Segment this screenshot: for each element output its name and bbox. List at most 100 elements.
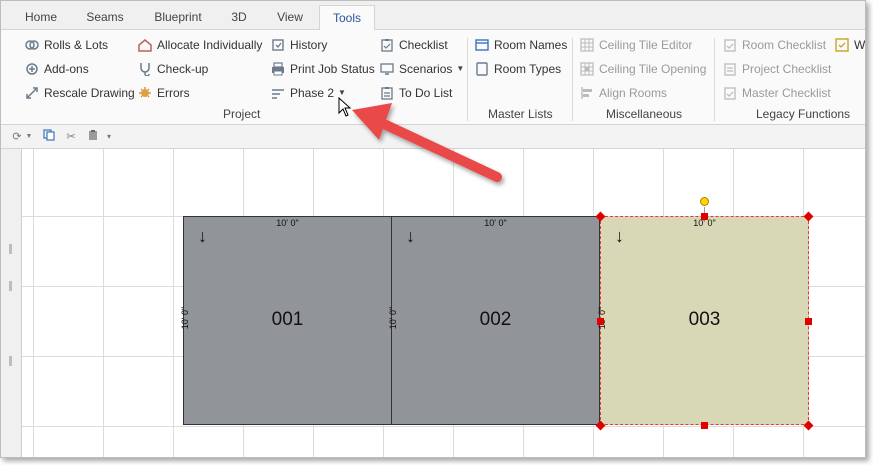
master-checklist-button[interactable]: Master Checklist [723,83,831,103]
stethoscope-icon [138,62,152,76]
paste-icon[interactable] [85,129,101,145]
vertical-ruler[interactable] [1,149,22,457]
history-button[interactable]: History [271,35,327,55]
rolls-lots-button[interactable]: Rolls & Lots [25,35,108,55]
checklist-button[interactable]: Checklist [380,35,448,55]
group-divider [572,38,573,121]
ceiling-tile-opening-label: Ceiling Tile Opening [599,62,707,76]
resize-handle-left[interactable] [597,318,604,325]
rescale-drawing-button[interactable]: Rescale Drawing [25,83,135,103]
add-ons-icon [25,62,39,76]
errors-button[interactable]: Errors [138,83,190,103]
room-003[interactable]: 10' 0" 10' 0" ↓ 003 [597,216,809,425]
tab-tools[interactable]: Tools [319,5,375,31]
checklist-label: Checklist [399,38,448,52]
rescale-icon [25,86,39,100]
tab-seams[interactable]: Seams [75,5,135,30]
room-checklist-label: Room Checklist [742,38,827,52]
project-group-label: Project [223,107,261,121]
print-job-status-label: Print Job Status [290,62,375,76]
copy-icon[interactable] [41,129,57,145]
grid-icon [580,38,594,52]
drawing-canvas[interactable]: 10' 0" 10' 0" ↓ 001 10' 0" 10' 0" ↓ 002 … [1,149,865,457]
check-up-label: Check-up [157,62,209,76]
ruler-mark [9,244,12,254]
room-checklist-button[interactable]: Room Checklist [723,35,826,55]
align-rooms-label: Align Rooms [599,86,668,100]
customize-toolbar-icon[interactable]: ▾ [104,129,114,145]
rotation-handle[interactable] [700,197,709,206]
clipboard-icon [380,38,394,52]
legacy-overflow-button[interactable]: W [835,35,865,55]
legacy-group-label: Legacy Functions [756,107,851,121]
history-label: History [290,38,328,52]
resize-handle-top[interactable] [701,213,708,220]
add-ons-button[interactable]: Add-ons [25,59,89,79]
room-names-label: Room Names [494,38,568,52]
room-types-label: Room Types [494,62,562,76]
ruler-mark [9,356,12,366]
room-001[interactable]: 10' 0" 10' 0" ↓ 001 [180,216,392,425]
monitor-icon [380,62,394,76]
room-types-icon [475,62,489,76]
bug-icon [138,86,152,100]
room-width-label: 10' 0" [484,218,507,228]
group-divider [714,38,715,121]
quick-access-toolbar: ⟳ ▼ ✂ ▾ [1,125,865,149]
scenarios-dropdown[interactable]: Scenarios ▼ [380,59,464,79]
app-window: Home Seams Blueprint 3D View Tools Rolls… [0,0,866,458]
room-number: 002 [479,309,512,330]
mouse-pointer-icon [338,97,352,117]
redo-icon[interactable]: ⟳ [9,129,25,145]
todo-clipboard-icon [380,86,394,100]
resize-handle-bottom-right[interactable] [803,420,814,431]
project-checklist-icon [723,62,737,76]
ceiling-tile-opening-button[interactable]: Ceiling Tile Opening [580,59,706,79]
allocate-individually-button[interactable]: Allocate Individually [138,35,262,55]
room-names-icon [475,38,489,52]
direction-arrow-icon: ↓ [406,226,415,246]
chevron-down-icon[interactable]: ▼ [24,129,34,145]
room-names-button[interactable]: Room Names [475,35,567,55]
allocate-icon [138,38,152,52]
check-up-button[interactable]: Check-up [138,59,208,79]
direction-arrow-icon: ↓ [615,226,624,246]
cut-icon[interactable]: ✂ [63,129,79,145]
miscellaneous-group-label: Miscellaneous [606,107,683,121]
resize-handle-right[interactable] [805,318,812,325]
master-checklist-label: Master Checklist [742,86,831,100]
rescale-drawing-label: Rescale Drawing [44,86,135,100]
tab-3d[interactable]: 3D [221,5,257,30]
phase-icon [271,86,285,100]
room-types-button[interactable]: Room Types [475,59,561,79]
phase-2-dropdown[interactable]: Phase 2 ▼ [271,83,346,103]
overflow-icon [835,38,849,52]
rolls-lots-label: Rolls & Lots [44,38,109,52]
tab-home[interactable]: Home [11,5,71,30]
rolls-icon [25,38,39,52]
room-002[interactable]: 10' 0" 10' 0" ↓ 002 [388,216,600,425]
ribbon-tab-bar: Home Seams Blueprint 3D View Tools [1,1,865,31]
grid-opening-icon [580,62,594,76]
direction-arrow-icon: ↓ [198,226,207,246]
allocate-individually-label: Allocate Individually [157,38,263,52]
errors-label: Errors [157,86,190,100]
project-checklist-label: Project Checklist [742,62,832,76]
tab-view[interactable]: View [266,5,314,30]
add-ons-label: Add-ons [44,62,89,76]
tab-blueprint[interactable]: Blueprint [141,5,215,30]
to-do-list-button[interactable]: To Do List [380,83,452,103]
align-rooms-button[interactable]: Align Rooms [580,83,667,103]
print-job-status-button[interactable]: Print Job Status [271,59,375,79]
ribbon-panel: Rolls & Lots Add-ons Rescale Drawing All… [1,30,865,125]
ruler-mark [9,281,12,291]
master-lists-group-label: Master Lists [488,107,553,121]
scenarios-label: Scenarios [399,62,453,76]
history-icon [271,38,285,52]
project-checklist-button[interactable]: Project Checklist [723,59,831,79]
resize-handle-bottom[interactable] [701,422,708,429]
room-number: 003 [688,309,721,330]
legacy-overflow-label: W [854,38,866,52]
printer-icon [271,62,285,76]
ceiling-tile-editor-button[interactable]: Ceiling Tile Editor [580,35,692,55]
